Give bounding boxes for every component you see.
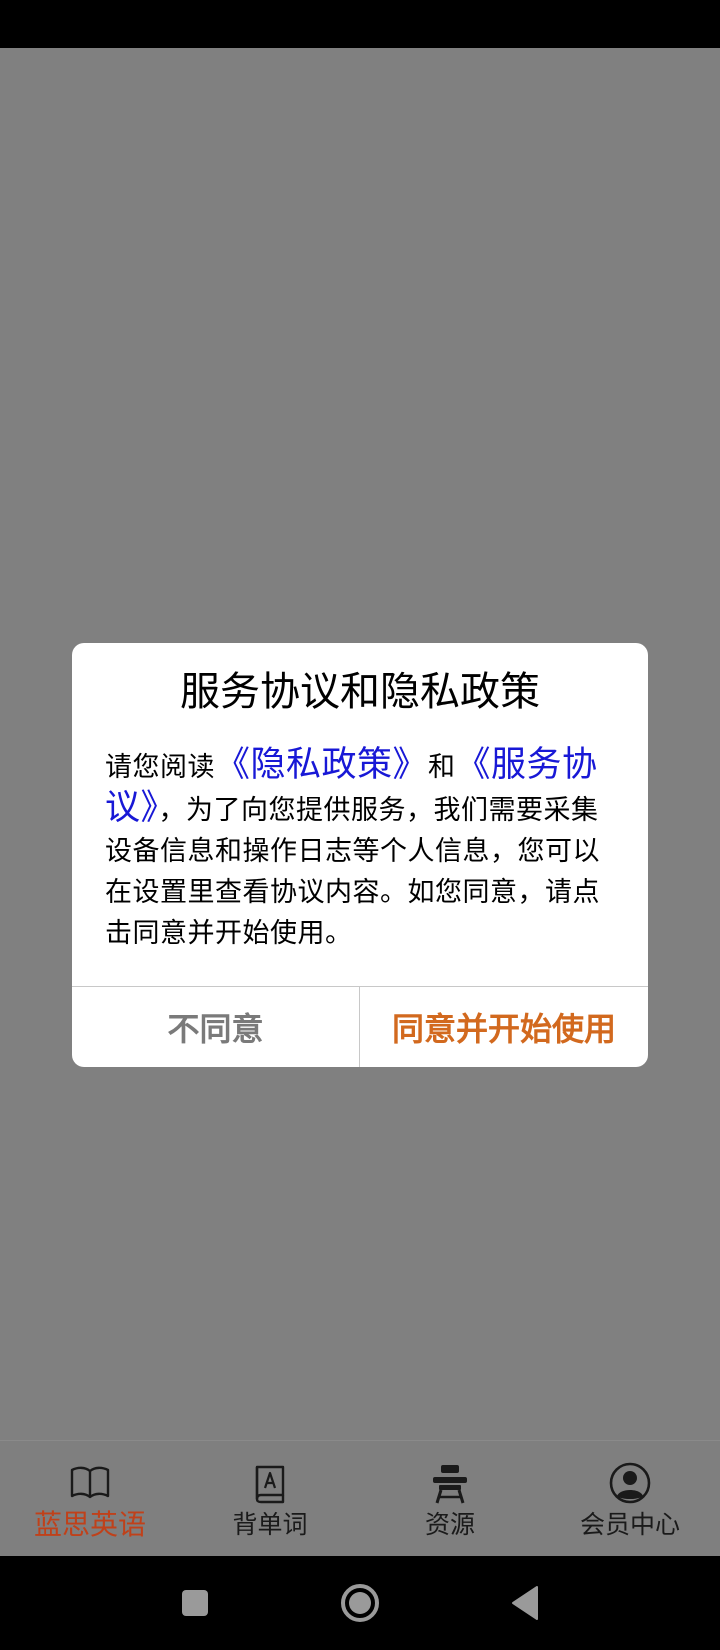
home-button[interactable] — [320, 1556, 400, 1650]
disagree-button[interactable]: 不同意 — [72, 987, 359, 1067]
privacy-dialog: 服务协议和隐私政策 请您阅读《隐私政策》和《服务协议》，为了向您提供服务，我们需… — [72, 643, 648, 1067]
dialog-body: 请您阅读《隐私政策》和《服务协议》，为了向您提供服务，我们需要采集设备信息和操作… — [105, 745, 620, 954]
circle-home-icon — [341, 1584, 379, 1622]
system-navigation-bar — [0, 1556, 720, 1650]
privacy-policy-link[interactable]: 《隐私政策》 — [215, 745, 428, 785]
user-circle-icon — [609, 1462, 651, 1504]
vocabulary-book-icon — [255, 1465, 285, 1504]
bottom-tab-bar: 蓝思英语 背单词 资源 会员中心 — [0, 1440, 720, 1557]
tab-label: 背单词 — [232, 1510, 308, 1539]
tab-member-center[interactable]: 会员中心 — [540, 1441, 720, 1557]
recents-button[interactable] — [155, 1556, 235, 1650]
tab-lansi-english[interactable]: 蓝思英语 — [0, 1441, 180, 1557]
dialog-title: 服务协议和隐私政策 — [180, 669, 540, 715]
body-and: 和 — [428, 752, 456, 783]
status-bar — [0, 0, 720, 48]
open-book-icon — [70, 1466, 110, 1499]
body-intro: 请您阅读 — [105, 752, 215, 783]
tab-vocabulary[interactable]: 背单词 — [180, 1441, 360, 1557]
triangle-back-icon — [512, 1586, 538, 1620]
body-rest: ，为了向您提供服务，我们需要采集设备信息和操作日志等个人信息，您可以在设置里查看… — [105, 795, 600, 949]
back-button[interactable] — [485, 1556, 565, 1650]
tab-label: 资源 — [424, 1510, 475, 1539]
tab-label: 会员中心 — [579, 1510, 680, 1539]
square-recents-icon — [182, 1590, 208, 1616]
desk-chair-icon — [433, 1465, 467, 1504]
tab-label: 蓝思英语 — [33, 1508, 146, 1541]
agree-and-start-button[interactable]: 同意并开始使用 — [360, 987, 648, 1067]
tab-resources[interactable]: 资源 — [360, 1441, 540, 1557]
